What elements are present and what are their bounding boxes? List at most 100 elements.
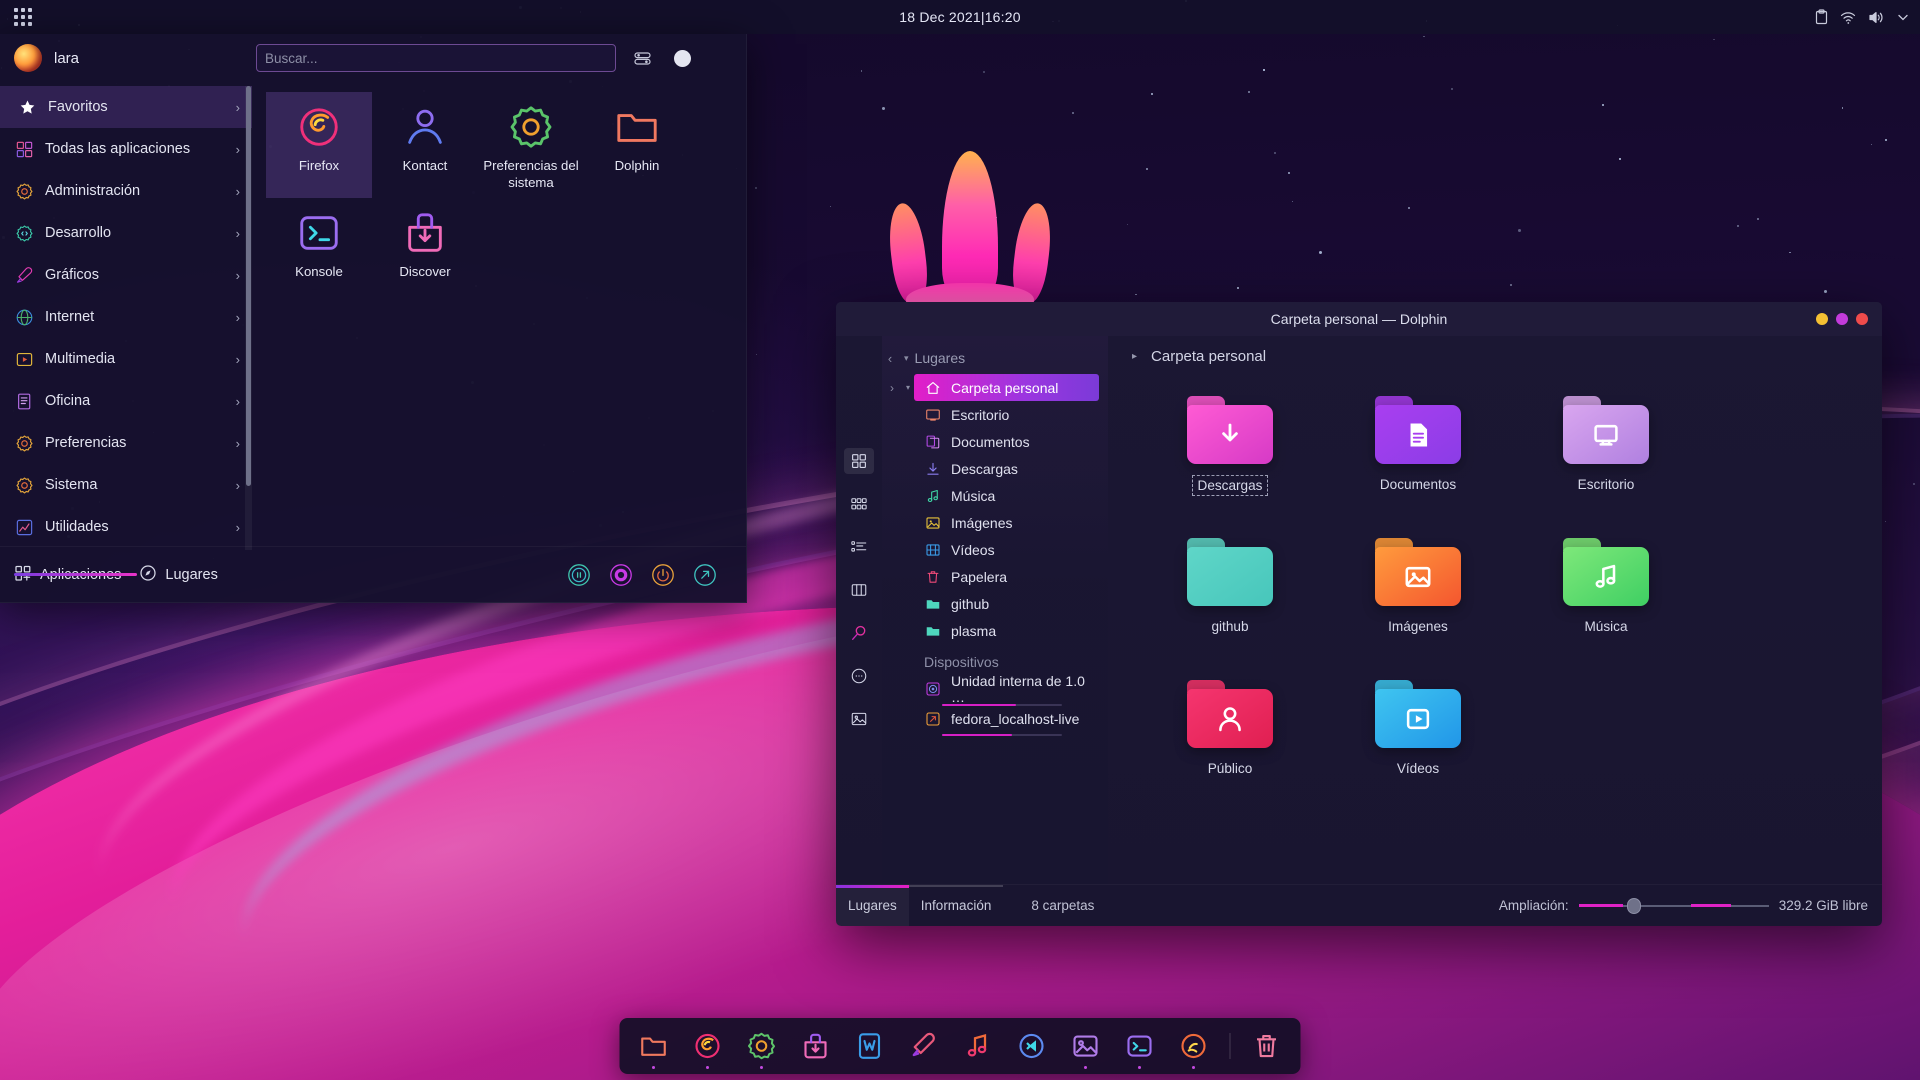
statusbar-tab-informacion[interactable]: Información: [908, 884, 1004, 927]
launcher-body: Favoritos › Todas las aplicaciones › Adm…: [0, 82, 746, 550]
sidebar-item-preferencias[interactable]: Preferencias ›: [0, 422, 252, 464]
window-title: Carpeta personal — Dolphin: [1270, 311, 1448, 327]
avatar[interactable]: [14, 44, 42, 72]
suspend-button[interactable]: [566, 562, 592, 588]
place-item-papelera[interactable]: Papelera: [914, 563, 1099, 590]
close-button[interactable]: [1856, 313, 1868, 325]
search-input[interactable]: [265, 50, 607, 66]
folder-item-música[interactable]: Música: [1512, 538, 1700, 680]
view-details-list-icon[interactable]: [844, 534, 874, 560]
place-item-música[interactable]: Música: [914, 482, 1099, 509]
clipboard-icon[interactable]: [1814, 9, 1829, 25]
volume-icon[interactable]: [1868, 10, 1885, 25]
music-dock-icon[interactable]: [956, 1024, 1000, 1068]
plain-folder-icon: [1187, 538, 1273, 606]
maximize-button[interactable]: [1836, 313, 1848, 325]
sidebar-item-gr-ficos[interactable]: Gráficos ›: [0, 254, 252, 296]
network-wifi-icon[interactable]: [1840, 10, 1857, 25]
sidebar-item-internet[interactable]: Internet ›: [0, 296, 252, 338]
search-box[interactable]: [256, 44, 616, 72]
dolphin-dock-icon[interactable]: [632, 1024, 676, 1069]
statusbar-tab-informacion-label: Información: [920, 898, 992, 913]
preview-image-icon[interactable]: [844, 706, 874, 732]
app-item-kontact[interactable]: Kontact: [372, 92, 478, 198]
app-item-discover[interactable]: Discover: [372, 198, 478, 304]
user-block[interactable]: lara: [14, 44, 244, 72]
app-item-konsole[interactable]: Konsole: [266, 198, 372, 304]
app-item-dolphin[interactable]: Dolphin: [584, 92, 690, 198]
folder-item-documentos[interactable]: Documentos: [1324, 396, 1512, 538]
zoom-label: Ampliación:: [1498, 898, 1569, 913]
folder-item-imágenes[interactable]: Imágenes: [1324, 538, 1512, 680]
kdenlive-dock-icon[interactable]: [1172, 1024, 1216, 1069]
app-grid-icon[interactable]: [0, 0, 46, 34]
place-item-plasma[interactable]: plasma: [914, 617, 1099, 644]
device-item[interactable]: fedora_localhost-live: [914, 706, 1099, 736]
firefox-dock-icon[interactable]: [686, 1024, 730, 1069]
panel-clock[interactable]: 18 Dec 2021|16:20: [899, 9, 1020, 25]
dolphin-titlebar[interactable]: Carpeta personal — Dolphin: [836, 302, 1882, 336]
breadcrumb[interactable]: ▸ Carpeta personal: [1118, 336, 1882, 376]
folder-item-vídeos[interactable]: Vídeos: [1324, 680, 1512, 822]
folder-item-descargas[interactable]: Descargas: [1136, 396, 1324, 538]
place-row: Imágenes: [882, 509, 1108, 536]
folder-count: 8 carpetas: [1031, 898, 1095, 913]
logout-button[interactable]: [692, 562, 718, 588]
place-item-vídeos[interactable]: Vídeos: [914, 536, 1099, 563]
app-item-firefox[interactable]: Firefox: [266, 92, 372, 198]
discover-dock-icon[interactable]: [794, 1024, 838, 1068]
sidebar-item-sistema[interactable]: Sistema ›: [0, 464, 252, 506]
place-row-caret[interactable]: › ▾: [882, 381, 914, 395]
device-item[interactable]: Unidad interna de 1.0 …: [914, 673, 1099, 706]
lock-screen-button[interactable]: [608, 562, 634, 588]
folder-item-label: Descargas: [1191, 475, 1269, 496]
dolphin-main: ‹ ▾ Lugares › ▾ Carpeta personal Escritor…: [836, 336, 1882, 884]
chevron-right-icon: ›: [235, 225, 240, 241]
place-item-escritorio[interactable]: Escritorio: [914, 401, 1099, 428]
view-icons-compact-icon[interactable]: [844, 491, 874, 517]
system-settings-dock-icon[interactable]: [740, 1024, 784, 1069]
sidebar-item-multimedia[interactable]: Multimedia ›: [0, 338, 252, 380]
place-item-carpeta-personal[interactable]: Carpeta personal: [914, 374, 1099, 401]
app-item-preferencias-del-sistema[interactable]: Preferencias del sistema: [478, 92, 584, 198]
sidebar-item-administraci-n[interactable]: Administración ›: [0, 170, 252, 212]
vscode-dock-icon[interactable]: [1010, 1024, 1054, 1068]
places-caret-icon[interactable]: ▾: [904, 353, 909, 364]
place-item-documentos[interactable]: Documentos: [914, 428, 1099, 455]
konsole-dock-icon[interactable]: [1118, 1024, 1162, 1069]
music-folder-icon: [1563, 538, 1649, 606]
sidebar-item-utilidades[interactable]: Utilidades ›: [0, 506, 252, 548]
statusbar-tab-lugares[interactable]: Lugares: [836, 884, 909, 926]
place-item-descargas[interactable]: Descargas: [914, 455, 1099, 482]
place-item-github[interactable]: github: [914, 590, 1099, 617]
firefox-icon: [296, 102, 342, 152]
breadcrumb-arrow-icon[interactable]: ▸: [1132, 351, 1137, 362]
image-viewer-dock-icon[interactable]: [1064, 1024, 1108, 1069]
minimize-button[interactable]: [1816, 313, 1828, 325]
search-icon[interactable]: [844, 620, 874, 646]
chevron-left-icon[interactable]: ‹: [882, 351, 898, 366]
power-off-button[interactable]: [650, 562, 676, 588]
category-scrollbar[interactable]: [245, 86, 252, 550]
writer-dock-icon[interactable]: [848, 1024, 892, 1068]
chevron-down-icon[interactable]: [1896, 10, 1910, 24]
desktop-folder-icon: [1563, 396, 1649, 464]
view-icons-large-icon[interactable]: [844, 448, 874, 474]
menu-more-icon[interactable]: [844, 663, 874, 689]
place-item-imágenes[interactable]: Imágenes: [914, 509, 1099, 536]
folder-item-github[interactable]: github: [1136, 538, 1324, 680]
folder-item-escritorio[interactable]: Escritorio: [1512, 396, 1700, 538]
split-view-icon[interactable]: [844, 577, 874, 603]
round-button[interactable]: [668, 44, 696, 72]
device-row: Unidad interna de 1.0 …: [882, 673, 1108, 706]
folder-item-público[interactable]: Público: [1136, 680, 1324, 822]
sidebar-item-favoritos[interactable]: Favoritos ›: [0, 86, 252, 128]
sidebar-item-desarrollo[interactable]: Desarrollo ›: [0, 212, 252, 254]
sliders-icon[interactable]: [628, 44, 656, 72]
graphics-dock-icon[interactable]: [902, 1024, 946, 1068]
sidebar-item-todas-las-aplicaciones[interactable]: Todas las aplicaciones ›: [0, 128, 252, 170]
footer-tab-lugares[interactable]: Lugares: [139, 564, 218, 586]
zoom-slider[interactable]: [1578, 897, 1769, 914]
trash-dock-icon[interactable]: [1245, 1024, 1289, 1068]
sidebar-item-oficina[interactable]: Oficina ›: [0, 380, 252, 422]
